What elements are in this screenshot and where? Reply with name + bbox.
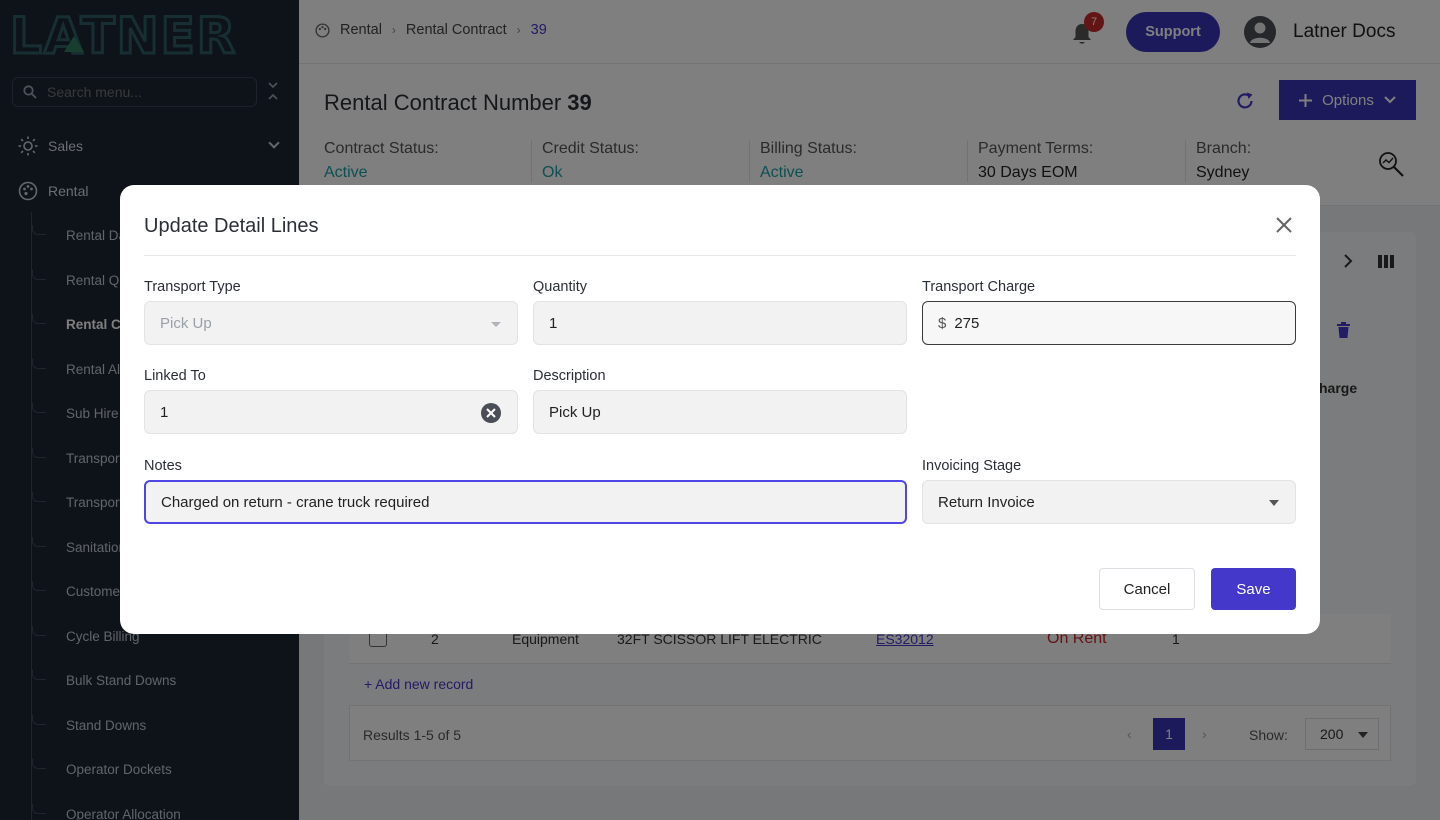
linked-to-field[interactable]: 1	[144, 390, 518, 434]
linked-to-label: Linked To	[144, 368, 206, 384]
transport-charge-value: 275	[954, 314, 980, 332]
update-detail-lines-dialog: Update Detail Lines Transport Type Pick …	[120, 185, 1320, 634]
transport-charge-label: Transport Charge	[922, 279, 1036, 295]
description-label: Description	[533, 368, 606, 384]
caret-down-icon	[491, 322, 501, 327]
invoicing-stage-select[interactable]: Return Invoice	[922, 480, 1296, 524]
transport-type-label: Transport Type	[144, 279, 241, 295]
dialog-title: Update Detail Lines	[144, 215, 319, 237]
transport-charge-field[interactable]: $ 275	[922, 301, 1296, 345]
caret-down-icon	[1269, 500, 1279, 506]
quantity-field[interactable]: 1	[533, 301, 907, 345]
save-button[interactable]: Save	[1211, 568, 1296, 610]
transport-type-value: Pick Up	[160, 314, 212, 332]
clear-icon[interactable]	[481, 403, 501, 423]
currency-symbol: $	[938, 314, 947, 332]
notes-value: Charged on return - crane truck required	[161, 493, 430, 511]
notes-field[interactable]: Charged on return - crane truck required	[144, 480, 907, 524]
invoicing-stage-value: Return Invoice	[938, 493, 1035, 511]
linked-to-value: 1	[160, 403, 169, 421]
description-value: Pick Up	[549, 403, 601, 421]
quantity-label: Quantity	[533, 279, 587, 295]
cancel-button[interactable]: Cancel	[1099, 568, 1195, 610]
transport-type-select: Pick Up	[144, 301, 518, 345]
notes-label: Notes	[144, 458, 182, 474]
description-field[interactable]: Pick Up	[533, 390, 907, 434]
close-icon[interactable]	[1274, 215, 1294, 235]
invoicing-stage-label: Invoicing Stage	[922, 458, 1022, 474]
divider	[144, 255, 1296, 256]
quantity-value: 1	[549, 314, 558, 332]
